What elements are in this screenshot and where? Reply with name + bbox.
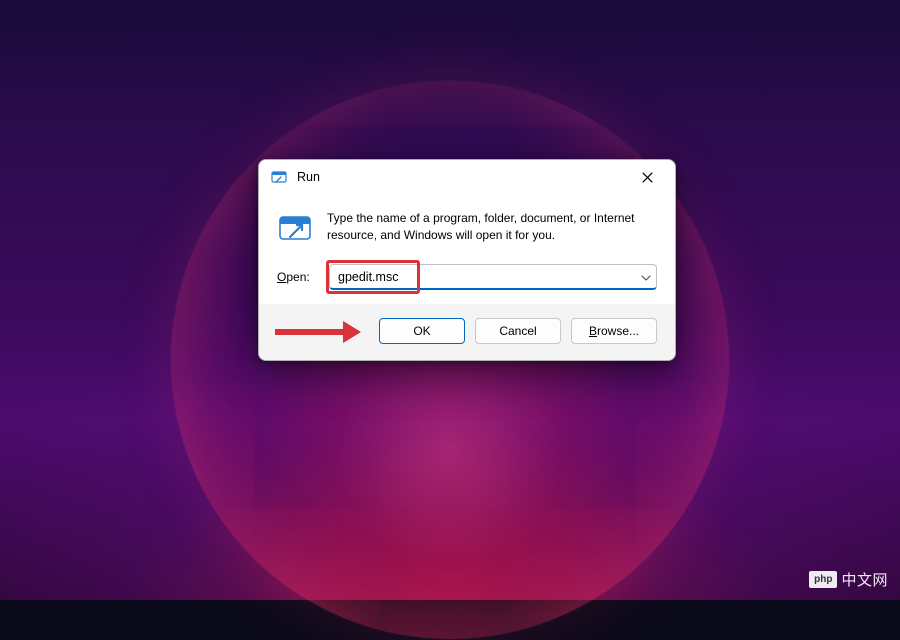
open-input[interactable] <box>329 264 657 290</box>
watermark: php 中文网 <box>809 569 888 590</box>
watermark-text: 中文网 <box>841 569 888 590</box>
annotation-arrow <box>275 321 361 343</box>
run-large-icon <box>277 210 313 246</box>
dialog-body: Type the name of a program, folder, docu… <box>259 194 675 304</box>
cancel-button[interactable]: Cancel <box>475 318 561 344</box>
dialog-title: Run <box>297 170 625 184</box>
open-label: Open: <box>277 270 317 284</box>
browse-button[interactable]: Browse... <box>571 318 657 344</box>
ok-button[interactable]: OK <box>379 318 465 344</box>
watermark-badge: php <box>809 571 837 588</box>
titlebar[interactable]: Run <box>259 160 675 194</box>
open-combobox[interactable] <box>329 264 657 290</box>
close-button[interactable] <box>625 162 669 192</box>
dialog-description: Type the name of a program, folder, docu… <box>327 210 657 245</box>
run-app-icon <box>271 169 287 185</box>
close-icon <box>642 172 653 183</box>
button-bar: OK Cancel Browse... <box>259 304 675 360</box>
run-dialog: Run Type the name of a program, folder, … <box>258 159 676 361</box>
